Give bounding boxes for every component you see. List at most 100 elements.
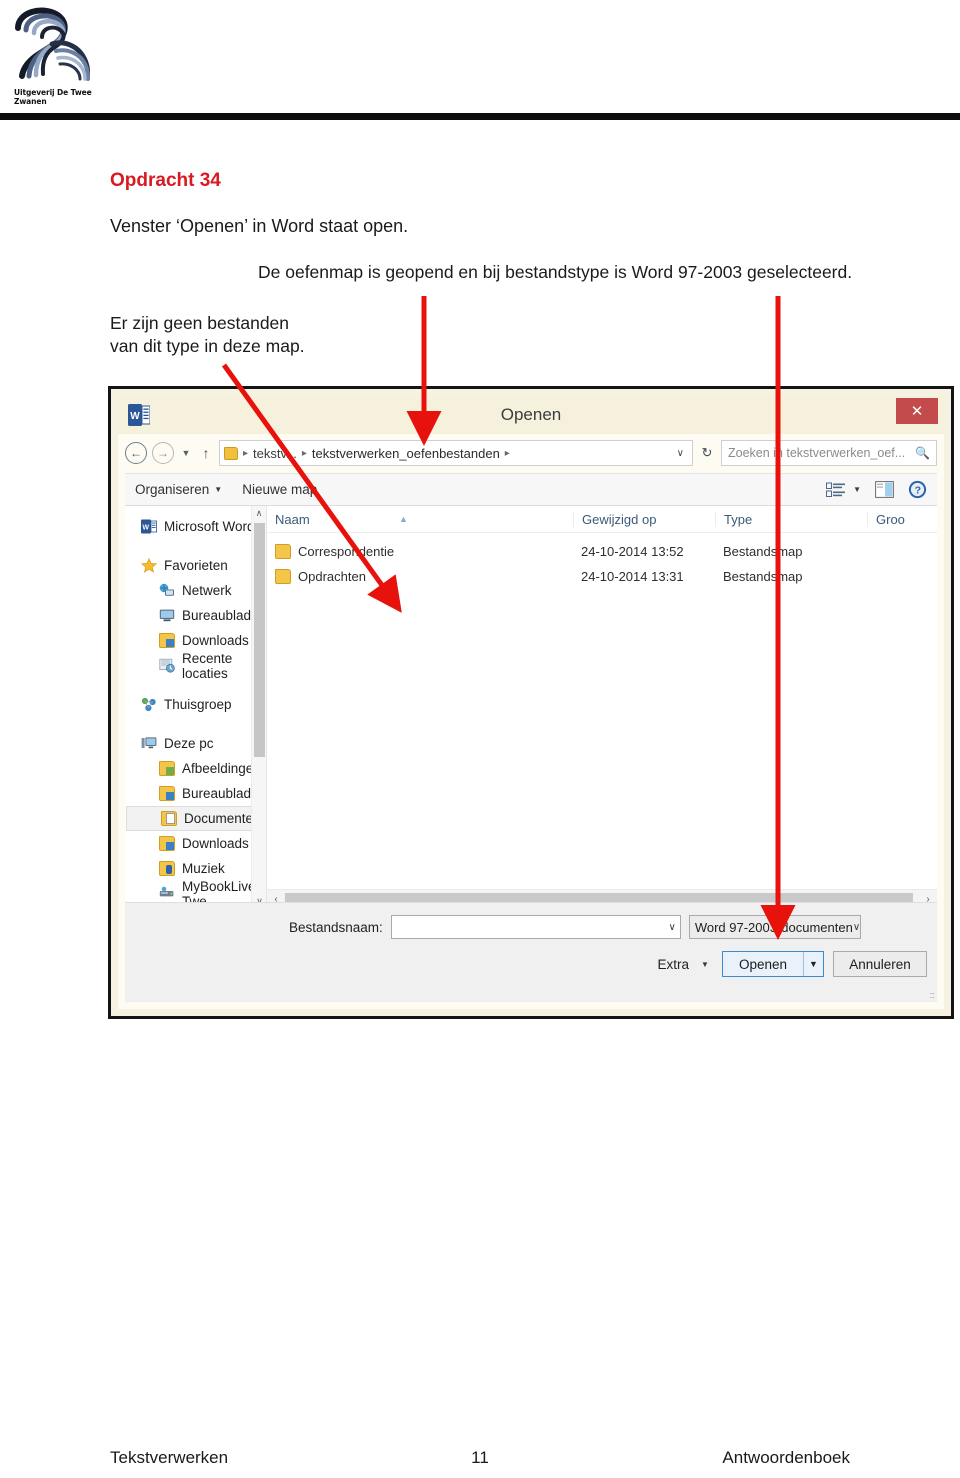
navigation-list: W Microsoft Word Favorieten Netwerk Bure… — [125, 506, 266, 909]
dialog-button-row: Extra ▼ Openen ▼ Annuleren — [658, 951, 927, 977]
homegroup-icon — [141, 697, 156, 712]
annotation-note-left: Er zijn geen bestanden van dit type in d… — [110, 313, 305, 356]
close-icon[interactable]: ✕ — [896, 398, 938, 424]
view-options-button[interactable]: ▼ — [826, 482, 861, 498]
extra-label: Extra — [657, 956, 690, 972]
sidebar-item-label: Netwerk — [182, 583, 232, 598]
filetype-dropdown[interactable]: Word 97-2003-documenten ∨ — [688, 915, 861, 939]
sidebar-item-label: Downloads — [182, 836, 249, 851]
file-list-rows: Correspondentie 24-10-2014 13:52 Bestand… — [267, 533, 937, 589]
dialog-titlebar: W Openen ✕ — [118, 396, 944, 434]
open-label[interactable]: Openen — [723, 952, 803, 976]
filetype-chevron-down-icon[interactable]: ∨ — [853, 922, 860, 933]
sidebar-item-label: Favorieten — [164, 558, 228, 573]
extra-button[interactable]: Extra ▼ — [658, 957, 713, 972]
task-intro-text: Venster ‘Openen’ in Word staat open. — [110, 216, 409, 236]
page-header: Uitgeverij De Twee Zwanen — [0, 0, 960, 112]
page-footer: Tekstverwerken 11 Antwoordenboek — [0, 1420, 960, 1478]
sidebar-item-documenten[interactable]: Documenten — [126, 806, 261, 831]
downloads-folder-icon — [159, 836, 175, 851]
file-name-cell: Correspondentie — [267, 544, 573, 559]
sidebar-item-bureaublad-pc[interactable]: Bureaublad — [125, 781, 266, 806]
navigation-scrollbar[interactable]: ∧ ∨ — [251, 506, 266, 909]
sidebar-item-deze-pc[interactable]: Deze pc — [125, 731, 266, 756]
sidebar-item-label: Bureaublad — [182, 608, 252, 623]
sidebar-item-muziek[interactable]: Muziek — [125, 856, 266, 881]
sidebar-item-recente-locaties[interactable]: Recente locaties — [125, 651, 266, 681]
forward-arrow-icon[interactable]: → — [152, 442, 174, 464]
sort-indicator-icon: ▲ — [399, 513, 408, 524]
column-label: Naam — [275, 511, 310, 527]
organize-button[interactable]: Organiseren ▼ — [135, 482, 222, 497]
column-header-gewijzigd[interactable]: Gewijzigd op — [573, 511, 715, 527]
column-header-grootte[interactable]: Groo — [867, 511, 937, 527]
word-icon: W — [128, 404, 150, 426]
search-placeholder: Zoeken in tekstverwerken_oef... — [728, 446, 906, 460]
cancel-button[interactable]: Annuleren — [833, 951, 927, 977]
svg-text:?: ? — [915, 485, 921, 497]
help-button[interactable]: ? — [908, 480, 927, 499]
new-folder-button[interactable]: Nieuwe map — [242, 482, 317, 497]
sidebar-item-label: Deze pc — [164, 736, 214, 751]
music-folder-icon — [159, 861, 175, 876]
address-bar[interactable]: ▸ tekstv... ▸ tekstverwerken_oefenbestan… — [219, 440, 693, 466]
up-one-level-icon[interactable]: ↑ — [198, 445, 214, 461]
network-drive-icon — [159, 886, 174, 897]
history-dropdown-icon[interactable]: ▼ — [179, 448, 193, 458]
sidebar-item-label: Documenten — [184, 811, 261, 826]
open-dialog: W Openen ✕ ← → ▼ ↑ ▸ tekstv... ▸ tekstve… — [108, 386, 954, 1019]
scroll-up-icon[interactable]: ∧ — [252, 506, 266, 521]
column-header-naam[interactable]: Naam ▲ — [267, 512, 573, 527]
file-list-pane: Naam ▲ Gewijzigd op Type Groo Correspond… — [267, 506, 937, 909]
file-type-cell: Bestandsmap — [723, 569, 803, 584]
file-list-header: Naam ▲ Gewijzigd op Type Groo — [267, 506, 937, 533]
filename-row: Bestandsnaam: ∨ Word 97-2003-documenten … — [125, 915, 927, 939]
chevron-down-icon: ▼ — [214, 485, 223, 494]
downloads-folder-icon — [159, 633, 175, 648]
column-header-type[interactable]: Type — [715, 511, 867, 527]
annotation-note-right: De oefenmap is geopend en bij bestandsty… — [258, 262, 853, 282]
open-button[interactable]: Openen ▼ — [721, 951, 824, 977]
folder-icon — [224, 446, 238, 460]
filename-chevron-down-icon[interactable]: ∨ — [668, 922, 675, 933]
file-name-label: Correspondentie — [298, 544, 395, 559]
recent-locations-icon — [159, 658, 175, 673]
table-row[interactable]: Correspondentie 24-10-2014 13:52 Bestand… — [267, 539, 937, 564]
word-icon: W — [141, 519, 157, 534]
back-arrow-icon[interactable]: ← — [125, 442, 147, 464]
sidebar-item-netwerk[interactable]: Netwerk — [125, 578, 266, 603]
sidebar-item-label: Bureaublad — [182, 786, 252, 801]
header-divider — [0, 113, 960, 120]
documents-folder-icon — [161, 811, 177, 826]
refresh-icon[interactable]: ↻ — [698, 445, 716, 461]
open-split-chevron-down-icon[interactable]: ▼ — [803, 952, 823, 976]
breadcrumb-item-1[interactable]: tekstverwerken_oefenbestanden — [312, 446, 500, 461]
star-icon — [141, 558, 157, 573]
navigation-pane: W Microsoft Word Favorieten Netwerk Bure… — [125, 506, 267, 909]
preview-pane-button[interactable] — [875, 481, 894, 498]
network-icon — [159, 583, 174, 596]
sidebar-item-bureaublad-fav[interactable]: Bureaublad — [125, 603, 266, 628]
sidebar-item-microsoft-word[interactable]: W Microsoft Word — [125, 514, 266, 539]
nav-group-gap — [125, 539, 266, 553]
sidebar-item-afbeeldingen[interactable]: Afbeeldingen — [125, 756, 266, 781]
resize-grip-icon[interactable]: ::: — [929, 990, 934, 1000]
dialog-title: Openen — [500, 405, 562, 424]
address-dropdown-icon[interactable]: ∨ — [677, 448, 688, 459]
desktop-icon — [159, 609, 175, 622]
sidebar-item-thuisgroep[interactable]: Thuisgroep — [125, 692, 266, 717]
view-chevron-down-icon: ▼ — [853, 485, 861, 494]
breadcrumb-item-0[interactable]: tekstv... — [253, 446, 297, 461]
search-input[interactable]: Zoeken in tekstverwerken_oef... 🔍 — [721, 440, 937, 466]
folder-icon — [275, 544, 291, 559]
sidebar-item-downloads-pc[interactable]: Downloads — [125, 831, 266, 856]
sidebar-item-downloads-fav[interactable]: Downloads — [125, 628, 266, 653]
filetype-value: Word 97-2003-documenten — [694, 919, 853, 935]
preview-pane-icon — [875, 481, 894, 498]
scrollbar-thumb[interactable] — [254, 523, 265, 757]
filename-label: Bestandsnaam: — [289, 919, 383, 935]
sidebar-item-favorieten[interactable]: Favorieten — [125, 553, 266, 578]
filename-input[interactable]: ∨ — [390, 915, 681, 939]
dialog-bottom-bar: Bestandsnaam: ∨ Word 97-2003-documenten … — [125, 902, 937, 1002]
table-row[interactable]: Opdrachten 24-10-2014 13:31 Bestandsmap — [267, 564, 937, 589]
